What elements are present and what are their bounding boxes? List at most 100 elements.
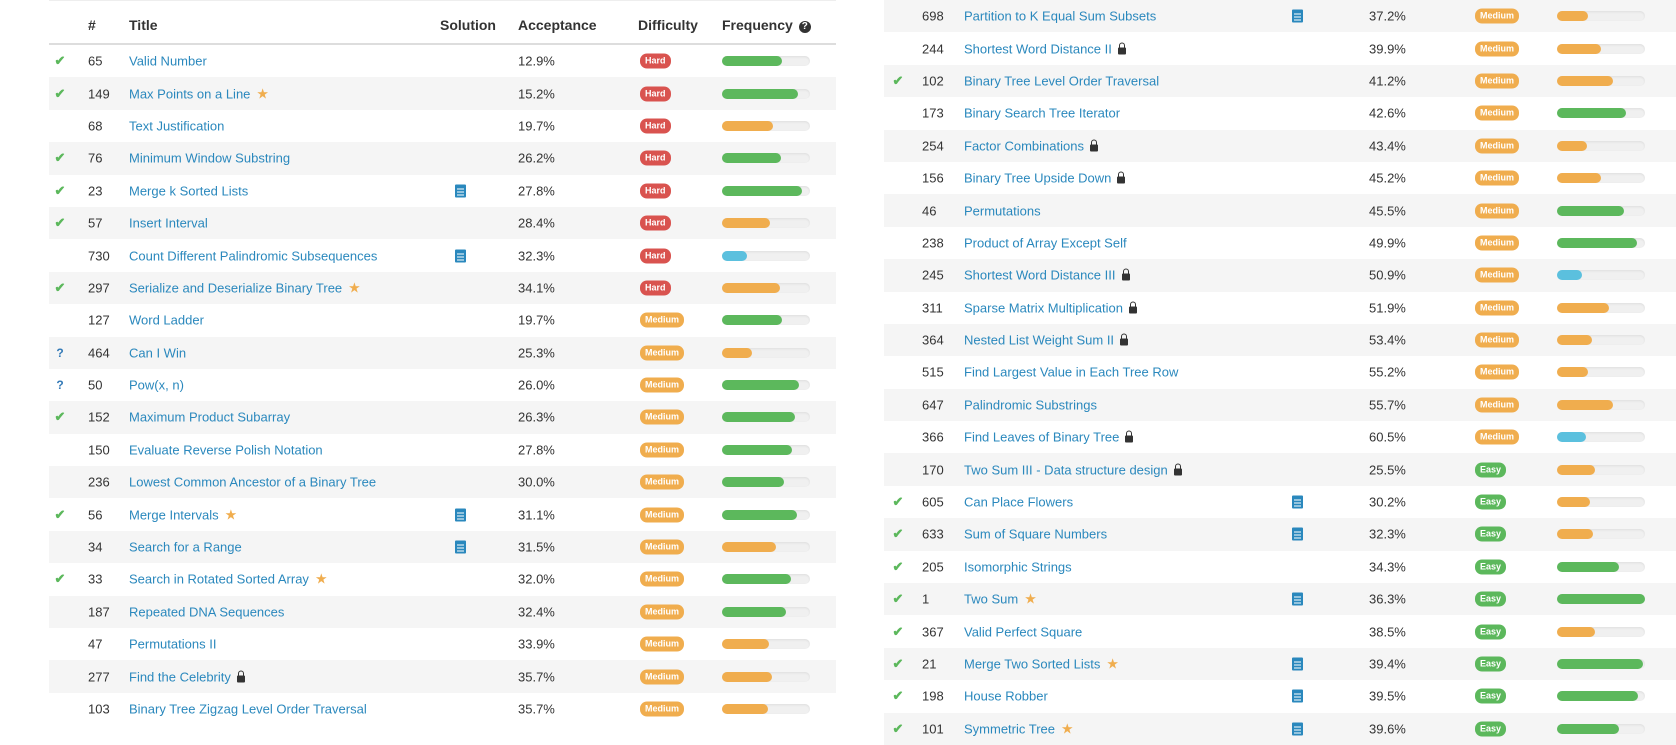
- problem-title-link[interactable]: Sum of Square Numbers: [964, 527, 1107, 542]
- header-difficulty[interactable]: Difficulty: [638, 17, 698, 33]
- table-row[interactable]: ✔ 56 Merge Intervals ★ 31.1% Medium: [49, 498, 836, 530]
- table-row[interactable]: ✔ 152 Maximum Product Subarray 26.3% Medium: [49, 401, 836, 434]
- problem-title-link[interactable]: Serialize and Deserialize Binary Tree ★: [129, 279, 361, 296]
- table-row[interactable]: 311 Sparse Matrix Multiplication 51.9% Medi…: [884, 292, 1676, 324]
- header-title[interactable]: Title: [129, 17, 158, 33]
- table-row[interactable]: 127 Word Ladder 19.7% Medium: [49, 304, 836, 336]
- problem-title-link[interactable]: Max Points on a Line ★: [129, 85, 269, 102]
- problem-title-link[interactable]: Binary Tree Upside Down: [964, 171, 1126, 186]
- solution-document-icon[interactable]: [455, 184, 466, 198]
- problem-title-link[interactable]: Count Different Palindromic Subsequences: [129, 248, 377, 263]
- problem-title-link[interactable]: Binary Search Tree Iterator: [964, 106, 1120, 121]
- table-row[interactable]: 730 Count Different Palindromic Subsequen…: [49, 239, 836, 271]
- problem-title-link[interactable]: Text Justification: [129, 118, 224, 133]
- problem-title-link[interactable]: Shortest Word Distance II: [964, 41, 1126, 56]
- table-row[interactable]: ✔ 76 Minimum Window Substring 26.2% Hard: [49, 142, 836, 175]
- table-row[interactable]: ✔ 21 Merge Two Sorted Lists ★ 39.4% Easy: [884, 647, 1676, 681]
- problem-title-link[interactable]: Search in Rotated Sorted Array ★: [129, 571, 328, 588]
- table-row[interactable]: ✔ 1 Two Sum ★ 36.3% Easy: [884, 583, 1676, 616]
- problem-title-link[interactable]: Sparse Matrix Multiplication: [964, 300, 1137, 315]
- table-row[interactable]: 156 Binary Tree Upside Down 45.2% Medium: [884, 162, 1676, 194]
- table-row[interactable]: 647 Palindromic Substrings 55.7% Medium: [884, 388, 1676, 422]
- problem-title-link[interactable]: Permutations II: [129, 637, 216, 652]
- problem-title-link[interactable]: Valid Number: [129, 54, 207, 69]
- table-row[interactable]: 244 Shortest Word Distance II 39.9% Medium: [884, 32, 1676, 64]
- problem-title-link[interactable]: Pow(x, n): [129, 378, 184, 393]
- solution-document-icon[interactable]: [1292, 689, 1303, 703]
- table-row[interactable]: 34 Search for a Range 31.5% Medium: [49, 530, 836, 564]
- table-row[interactable]: 68 Text Justification 19.7% Hard: [49, 110, 836, 142]
- table-row[interactable]: 150 Evaluate Reverse Polish Notation 27.8%…: [49, 434, 836, 466]
- table-row[interactable]: 236 Lowest Common Ancestor of a Binary Tr…: [49, 466, 836, 499]
- problem-title-link[interactable]: Isomorphic Strings: [964, 559, 1072, 574]
- problem-title-link[interactable]: Palindromic Substrings: [964, 397, 1097, 412]
- problem-title-link[interactable]: Merge k Sorted Lists: [129, 183, 248, 198]
- problem-title-link[interactable]: Can Place Flowers: [964, 495, 1073, 510]
- problem-title-link[interactable]: Merge Intervals ★: [129, 506, 237, 523]
- table-row[interactable]: ? 50 Pow(x, n) 26.0% Medium: [49, 369, 836, 401]
- problem-title-link[interactable]: House Robber: [964, 689, 1048, 704]
- table-row[interactable]: 47 Permutations II 33.9% Medium: [49, 628, 836, 660]
- problem-title-link[interactable]: Product of Array Except Self: [964, 235, 1127, 250]
- problem-title-link[interactable]: Find the Celebrity: [129, 669, 245, 684]
- table-row[interactable]: ✔ 57 Insert Interval 28.4% Hard: [49, 206, 836, 240]
- table-row[interactable]: ✔ 633 Sum of Square Numbers 32.3% Easy: [884, 518, 1676, 551]
- problem-title-link[interactable]: Minimum Window Substring: [129, 151, 290, 166]
- problem-title-link[interactable]: Symmetric Tree ★: [964, 720, 1074, 737]
- solution-document-icon[interactable]: [1292, 722, 1303, 736]
- problem-title-link[interactable]: Two Sum ★: [964, 591, 1037, 608]
- problem-title-link[interactable]: Merge Two Sorted Lists ★: [964, 656, 1119, 673]
- table-row[interactable]: 277 Find the Celebrity 35.7% Medium: [49, 660, 836, 693]
- table-row[interactable]: ✔ 297 Serialize and Deserialize Binary Tre…: [49, 271, 836, 305]
- table-row[interactable]: 364 Nested List Weight Sum II 53.4% Medium: [884, 323, 1676, 357]
- problem-title-link[interactable]: Shortest Word Distance III: [964, 268, 1130, 283]
- problem-title-link[interactable]: Nested List Weight Sum II: [964, 333, 1129, 348]
- problem-title-link[interactable]: Lowest Common Ancestor of a Binary Tree: [129, 475, 376, 490]
- problem-title-link[interactable]: Search for a Range: [129, 540, 242, 555]
- table-row[interactable]: ✔ 101 Symmetric Tree ★ 39.6% Easy: [884, 712, 1676, 745]
- solution-document-icon[interactable]: [455, 508, 466, 522]
- solution-document-icon[interactable]: [1292, 592, 1303, 606]
- table-row[interactable]: 187 Repeated DNA Sequences 32.4% Medium: [49, 595, 836, 629]
- solution-document-icon[interactable]: [1292, 527, 1303, 541]
- solution-document-icon[interactable]: [455, 540, 466, 554]
- problem-title-link[interactable]: Maximum Product Subarray: [129, 410, 290, 425]
- table-row[interactable]: ? 464 Can I Win 25.3% Medium: [49, 336, 836, 369]
- table-row[interactable]: ✔ 367 Valid Perfect Square 38.5% Easy: [884, 615, 1676, 647]
- header-solution[interactable]: Solution: [440, 17, 496, 33]
- header-frequency[interactable]: Frequency?: [722, 17, 811, 33]
- solution-document-icon[interactable]: [1292, 657, 1303, 671]
- table-row[interactable]: ✔ 23 Merge k Sorted Lists 27.8% Hard: [49, 175, 836, 207]
- table-row[interactable]: ✔ 65 Valid Number 12.9% Hard: [49, 45, 836, 77]
- solution-document-icon[interactable]: [455, 249, 466, 263]
- problem-title-link[interactable]: Partition to K Equal Sum Subsets: [964, 9, 1156, 24]
- help-icon[interactable]: ?: [798, 21, 811, 33]
- problem-title-link[interactable]: Find Leaves of Binary Tree: [964, 430, 1134, 445]
- table-row[interactable]: 173 Binary Search Tree Iterator 42.6% Mediu…: [884, 97, 1676, 129]
- problem-title-link[interactable]: Binary Tree Zigzag Level Order Traversal: [129, 702, 367, 717]
- table-row[interactable]: ✔ 605 Can Place Flowers 30.2% Easy: [884, 486, 1676, 518]
- problem-title-link[interactable]: Repeated DNA Sequences: [129, 604, 284, 619]
- table-row[interactable]: 254 Factor Combinations 43.4% Medium: [884, 129, 1676, 162]
- table-row[interactable]: 698 Partition to K Equal Sum Subsets 37.2%…: [884, 0, 1676, 33]
- table-row[interactable]: ✔ 198 House Robber 39.5% Easy: [884, 680, 1676, 712]
- solution-document-icon[interactable]: [1292, 495, 1303, 509]
- table-row[interactable]: ✔ 149 Max Points on a Line ★ 15.2% Hard: [49, 77, 836, 110]
- problem-title-link[interactable]: Permutations: [964, 203, 1041, 218]
- problem-title-link[interactable]: Can I Win: [129, 345, 186, 360]
- problem-title-link[interactable]: Valid Perfect Square: [964, 624, 1082, 639]
- table-row[interactable]: 245 Shortest Word Distance III 50.9% Medium: [884, 259, 1676, 292]
- table-row[interactable]: ✔ 205 Isomorphic Strings 34.3% Easy: [884, 551, 1676, 583]
- problem-title-link[interactable]: Evaluate Reverse Polish Notation: [129, 442, 323, 457]
- header-acceptance[interactable]: Acceptance: [518, 17, 597, 33]
- problem-title-link[interactable]: Factor Combinations: [964, 138, 1098, 153]
- table-row[interactable]: ✔ 102 Binary Tree Level Order Traversal 41.…: [884, 64, 1676, 98]
- table-row[interactable]: ✔ 33 Search in Rotated Sorted Array ★ 32.0% M…: [49, 563, 836, 595]
- problem-title-link[interactable]: Word Ladder: [129, 313, 204, 328]
- problem-title-link[interactable]: Binary Tree Level Order Traversal: [964, 73, 1159, 88]
- table-row[interactable]: 515 Find Largest Value in Each Tree Row 55…: [884, 356, 1676, 388]
- problem-title-link[interactable]: Find Largest Value in Each Tree Row: [964, 365, 1178, 380]
- table-row[interactable]: 238 Product of Array Except Self 49.9% Medi…: [884, 227, 1676, 259]
- table-row[interactable]: 366 Find Leaves of Binary Tree 60.5% Medium: [884, 421, 1676, 453]
- problem-title-link[interactable]: Two Sum III - Data structure design: [964, 462, 1182, 477]
